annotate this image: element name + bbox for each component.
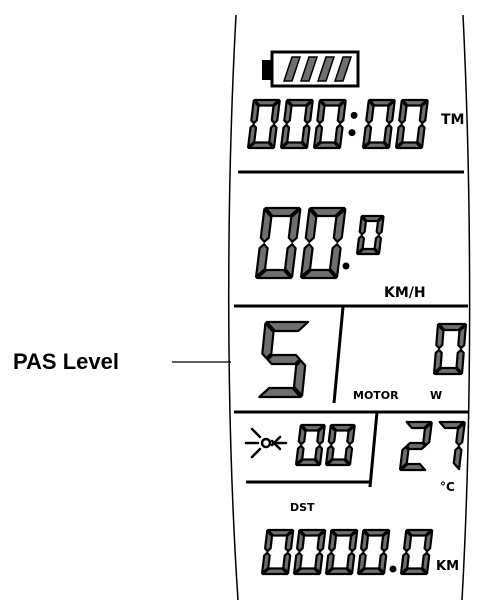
segment-digit xyxy=(280,98,314,150)
segment-f xyxy=(250,99,260,125)
segment-f xyxy=(402,529,413,553)
time-unit: TM xyxy=(441,112,464,128)
segment-g xyxy=(266,353,302,366)
segment-f xyxy=(398,99,408,125)
segment-digit xyxy=(300,206,347,280)
segment-digit xyxy=(433,322,467,376)
segment-f xyxy=(259,208,273,243)
segment-digit xyxy=(325,528,359,576)
distance-label: DST xyxy=(290,501,315,514)
light-icon xyxy=(244,427,288,459)
segment-c xyxy=(452,445,463,471)
battery-icon xyxy=(262,50,360,88)
segment-f xyxy=(358,215,367,236)
speed-unit: KM/H xyxy=(384,285,426,301)
segment-digit xyxy=(400,528,434,576)
segment-f xyxy=(327,424,337,446)
segment-digit xyxy=(247,98,281,150)
segment-digit xyxy=(395,98,429,150)
distance-unit: KM xyxy=(436,559,459,574)
segment-digit xyxy=(356,214,385,256)
divider-pas-motor xyxy=(332,306,345,404)
segment-f xyxy=(297,424,307,446)
segment-digit xyxy=(293,528,327,576)
segment-digit xyxy=(399,420,433,472)
segment-f xyxy=(304,208,318,243)
segment-a xyxy=(265,320,310,333)
segment-f xyxy=(365,99,375,125)
segment-digit xyxy=(325,423,356,467)
segment-digit xyxy=(295,423,326,467)
segment-f xyxy=(435,323,445,350)
motor-unit: W xyxy=(430,389,442,402)
distance-decimal-point xyxy=(389,565,397,573)
colon-dot xyxy=(350,111,358,119)
speed-decimal-digit xyxy=(356,214,385,256)
time-readout xyxy=(247,98,429,150)
display-diagram: TM KM/H MOTOR W °C DST KM PAS Level xyxy=(0,0,481,605)
segment-digit xyxy=(261,528,295,576)
motor-power-readout xyxy=(433,322,467,376)
segment-f xyxy=(295,529,306,553)
temperature-unit: °C xyxy=(440,480,455,494)
segment-f xyxy=(359,529,370,553)
segment-f xyxy=(327,529,338,553)
temperature-readout xyxy=(399,420,466,472)
light-readout xyxy=(295,423,356,467)
pas-level-digit xyxy=(258,320,310,399)
segment-digit xyxy=(313,98,347,150)
segment-d xyxy=(258,386,302,399)
distance-readout xyxy=(261,528,434,576)
segment-f xyxy=(263,529,274,553)
segment-g xyxy=(405,441,427,451)
speed-readout xyxy=(255,206,347,280)
segment-digit xyxy=(438,420,466,471)
colon-dot xyxy=(348,129,356,137)
segment-f xyxy=(316,99,326,125)
divider-light-temp xyxy=(368,411,379,488)
speed-decimal-point xyxy=(342,262,350,270)
pas-level-callout: PAS Level xyxy=(13,349,119,374)
segment-digit xyxy=(362,98,396,150)
segment-digit xyxy=(258,320,310,399)
segment-digit xyxy=(357,528,391,576)
segment-digit xyxy=(255,206,302,280)
segment-f xyxy=(283,99,293,125)
motor-label: MOTOR xyxy=(353,389,399,402)
